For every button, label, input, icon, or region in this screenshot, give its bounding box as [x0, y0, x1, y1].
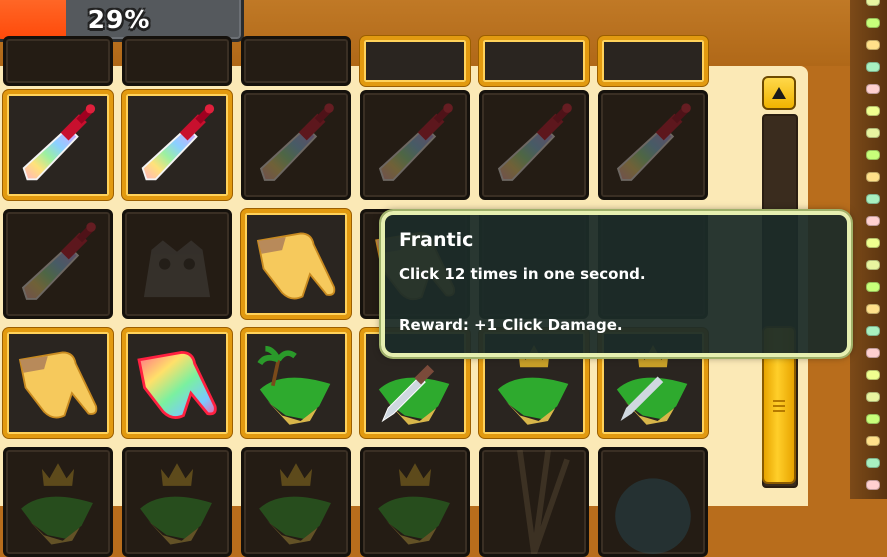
- achievement-slot[interactable]: [3, 36, 113, 86]
- light-bulb-icon: [866, 172, 880, 182]
- achievement-tooltip: Frantic Click 12 times in one second. Re…: [381, 211, 851, 357]
- achievement-slot[interactable]: [122, 209, 232, 319]
- achievement-slot[interactable]: [241, 209, 351, 319]
- light-bulb-icon: [866, 436, 880, 446]
- achievement-slot[interactable]: [122, 447, 232, 557]
- light-bulb-icon: [866, 304, 880, 314]
- light-bulb-icon: [866, 216, 880, 226]
- achievement-slot[interactable]: [3, 209, 113, 319]
- tooltip-description: Click 12 times in one second.: [399, 265, 646, 283]
- achievement-slot[interactable]: [241, 447, 351, 557]
- light-bulb-icon: [866, 370, 880, 380]
- tooltip-title: Frantic: [399, 229, 474, 251]
- holiday-lights-strip: [850, 0, 887, 499]
- achievement-slot[interactable]: [479, 36, 589, 86]
- achievement-slot[interactable]: [122, 90, 232, 200]
- light-bulb-icon: [866, 18, 880, 28]
- light-bulb-icon: [866, 150, 880, 160]
- achievement-slot[interactable]: [241, 328, 351, 438]
- light-bulb-icon: [866, 480, 880, 490]
- achievement-slot[interactable]: [360, 90, 470, 200]
- light-bulb-icon: [866, 348, 880, 358]
- achievement-slot[interactable]: [3, 90, 113, 200]
- arrow-up-icon: [772, 87, 786, 99]
- light-bulb-icon: [866, 458, 880, 468]
- achievement-slot[interactable]: [122, 328, 232, 438]
- light-bulb-icon: [866, 128, 880, 138]
- light-bulb-icon: [866, 326, 880, 336]
- achievement-slot[interactable]: [598, 90, 708, 200]
- light-bulb-icon: [866, 194, 880, 204]
- achievement-slot[interactable]: [360, 447, 470, 557]
- light-bulb-icon: [866, 84, 880, 94]
- tooltip-reward: Reward: +1 Click Damage.: [399, 316, 623, 334]
- light-bulb-icon: [866, 260, 880, 270]
- light-bulb-icon: [866, 238, 880, 248]
- achievement-slot[interactable]: [598, 36, 708, 86]
- achievement-slot[interactable]: [360, 36, 470, 86]
- achievement-slot[interactable]: [479, 90, 589, 200]
- achievement-slot[interactable]: [122, 36, 232, 86]
- grip-icon: [773, 400, 785, 415]
- light-bulb-icon: [866, 282, 880, 292]
- light-bulb-icon: [866, 392, 880, 402]
- light-bulb-icon: [866, 106, 880, 116]
- achievement-slot[interactable]: [241, 36, 351, 86]
- light-bulb-icon: [866, 414, 880, 424]
- light-bulb-icon: [866, 62, 880, 72]
- achievement-slot[interactable]: [241, 90, 351, 200]
- achievement-slot[interactable]: [479, 447, 589, 557]
- achievement-slot[interactable]: [3, 328, 113, 438]
- scroll-up-button[interactable]: [762, 76, 796, 110]
- achievement-slot[interactable]: [3, 447, 113, 557]
- light-bulb-icon: [866, 0, 880, 6]
- light-bulb-icon: [866, 40, 880, 50]
- progress-label: 29%: [87, 5, 151, 34]
- achievement-slot[interactable]: [598, 447, 708, 557]
